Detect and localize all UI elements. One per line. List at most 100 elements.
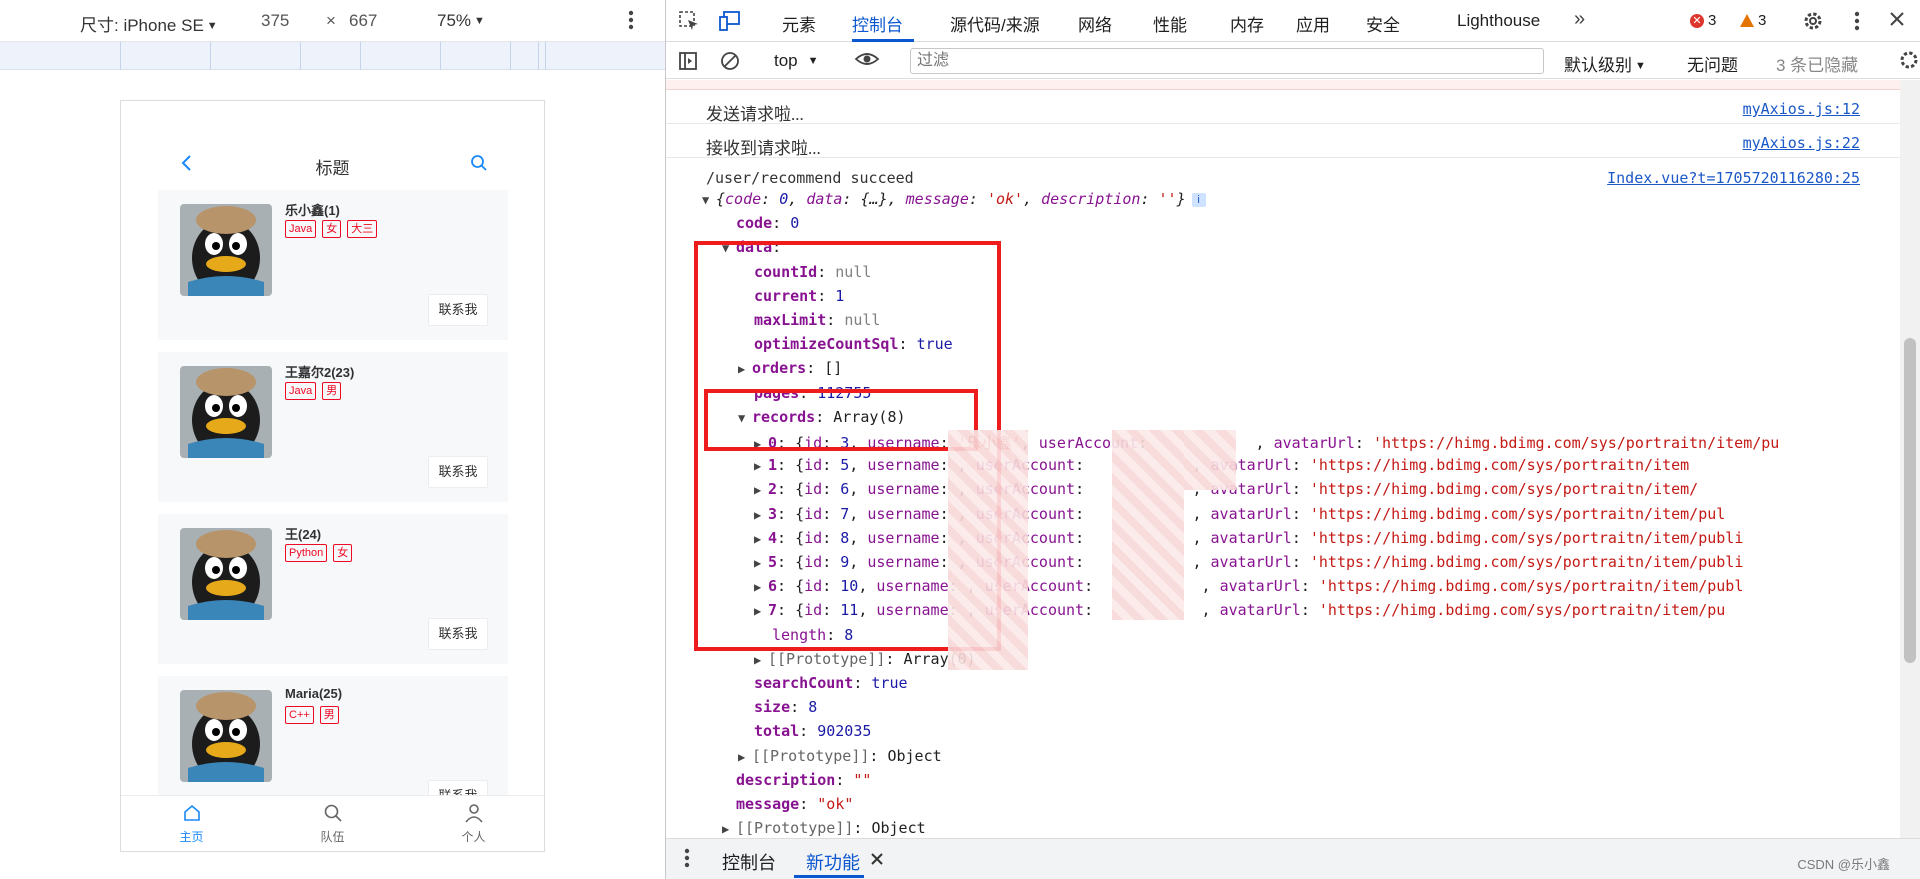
tree-token: description [1041, 190, 1141, 208]
tree-value: 'https://himg.bdimg.com/sys/portraitn/it… [1309, 456, 1690, 474]
warning-count-badge[interactable]: 3 [1740, 12, 1766, 29]
devtools-tab[interactable]: 应用 [1296, 11, 1330, 36]
tree-value: Object [887, 747, 942, 765]
context-select[interactable]: top ▼ [774, 51, 819, 71]
tree-token: code [736, 214, 773, 232]
tree-row: message: "ok" [736, 795, 1900, 819]
tabbar-item[interactable]: 个人 [403, 796, 544, 851]
devtools-tab[interactable]: 安全 [1366, 11, 1400, 36]
avatar [180, 204, 272, 296]
log-level-select[interactable]: 默认级别 ▼ [1564, 51, 1646, 76]
prototype-node[interactable]: ▶ [[Prototype]]: Object [722, 819, 1900, 838]
search-icon[interactable] [470, 154, 488, 177]
source-link[interactable]: myAxios.js:22 [1743, 134, 1860, 152]
more-tabs-icon[interactable]: » [1574, 8, 1585, 31]
user-tag: C++ [285, 706, 314, 724]
tree-row: description: "" [736, 771, 1900, 795]
devtools-tab[interactable]: 控制台 [852, 11, 903, 36]
close-tab-icon[interactable] [870, 850, 884, 871]
console-toolbar: top▼ 默认级别▼ 无问题 3 条已隐藏 [666, 43, 1920, 79]
console-scrollbar[interactable] [1900, 80, 1920, 838]
more-options-icon[interactable] [628, 9, 634, 36]
prototype-node[interactable]: ▶ [[Prototype]]: Array(0) [754, 650, 1900, 674]
drawer-tab-console[interactable]: 控制台 [722, 849, 776, 875]
tree-token: avatarUrl [1219, 601, 1301, 619]
user-card: 乐小鑫(1) Java 女大三 联系我 [158, 190, 508, 340]
mosaic-blur [948, 430, 1028, 670]
highlight-box-records [704, 389, 978, 451]
tag-list: Java 男 [285, 382, 342, 400]
user-name: 王(24) [285, 527, 322, 542]
source-link[interactable]: Index.vue?t=1705720116280:25 [1607, 169, 1860, 187]
info-icon[interactable]: i [1191, 193, 1206, 207]
tree-token: searchCount [754, 674, 854, 692]
drawer-tab-whats-new[interactable]: 新功能 [806, 849, 860, 875]
tree-value: "" [853, 771, 872, 789]
devtools-tab[interactable]: 源代码/来源 [950, 11, 1040, 36]
tree-token: : [799, 795, 818, 813]
tree-token: : [1291, 480, 1310, 498]
device-select[interactable]: 尺寸: iPhone SE ▼ [80, 11, 218, 36]
devtools-tab[interactable]: 内存 [1230, 11, 1264, 36]
prototype-node[interactable]: ▶ [[Prototype]]: Object [738, 747, 1900, 771]
tree-token: message [736, 795, 800, 813]
tree-token: : [1300, 577, 1319, 595]
drawer-menu-icon[interactable] [684, 847, 690, 874]
search-icon [323, 803, 343, 828]
zoom-select[interactable]: 75% ▼ [437, 11, 485, 31]
source-link[interactable]: myAxios.js:12 [1743, 100, 1860, 118]
tree-token: : [761, 190, 780, 208]
devtools-tab[interactable]: Lighthouse [1457, 11, 1540, 31]
tree-token: : [885, 650, 904, 668]
collapsed-triangle-icon[interactable]: ▶ [754, 653, 768, 667]
tree-token: [[Prototype]] [752, 747, 870, 765]
sidebar-toggle-icon[interactable] [678, 51, 698, 76]
contact-button[interactable]: 联系我 [428, 294, 488, 326]
console-filter-input[interactable] [910, 48, 1544, 74]
tree-value: 'ok' [986, 190, 1024, 208]
expanded-triangle-icon[interactable]: ▼ [702, 193, 716, 207]
tree-value: true [871, 674, 908, 692]
tree-token: : [1300, 601, 1319, 619]
device-toolbar-toggle-icon[interactable] [718, 10, 742, 37]
times-sign: × [326, 11, 336, 30]
user-card: 王嘉尔2(23) Java 男联系我 [158, 352, 508, 502]
console-output: 发送请求啦... myAxios.js:12 接收到请求啦... myAxios… [666, 80, 1900, 838]
home-icon [182, 803, 202, 828]
console-settings-icon[interactable] [1898, 49, 1920, 76]
tabbar-item[interactable]: 队伍 [262, 796, 403, 851]
customize-menu-icon[interactable] [1854, 10, 1860, 37]
settings-gear-icon[interactable] [1802, 10, 1824, 37]
clear-console-icon[interactable] [720, 51, 740, 76]
user-name: 乐小鑫(1) [285, 203, 340, 218]
height-input[interactable]: 667 [349, 11, 377, 31]
tree-token: : [869, 747, 888, 765]
width-input[interactable]: 375 [261, 11, 289, 31]
tree-token: [[Prototype]] [736, 819, 854, 837]
error-count-badge[interactable]: ✕ 3 [1690, 12, 1716, 29]
response-object-row[interactable]: ▼ {code: 0, data: {…}, message: 'ok', des… [702, 190, 1900, 214]
tree-value: 'https://himg.bdimg.com/sys/portraitn/it… [1318, 577, 1744, 595]
avatar [180, 690, 272, 782]
tree-token: avatarUrl [1210, 529, 1292, 547]
contact-button[interactable]: 联系我 [428, 618, 488, 650]
tree-row: searchCount: true [754, 674, 1900, 698]
contact-button[interactable]: 联系我 [428, 456, 488, 488]
error-icon: ✕ [1690, 13, 1704, 28]
inspect-element-icon[interactable] [678, 10, 700, 37]
tree-token: , [1023, 190, 1042, 208]
issues-button[interactable]: 无问题 [1687, 51, 1738, 76]
collapsed-triangle-icon[interactable]: ▶ [722, 822, 736, 836]
collapsed-triangle-icon[interactable]: ▶ [738, 750, 752, 764]
devtools-tab[interactable]: 网络 [1078, 11, 1112, 36]
tree-token: : [853, 819, 872, 837]
tabbar-item[interactable]: 主页 [121, 796, 262, 851]
scrollbar-thumb[interactable] [1904, 338, 1916, 663]
devtools-tab[interactable]: 元素 [782, 11, 816, 36]
live-expression-eye-icon[interactable] [854, 49, 880, 74]
console-message: /user/recommend succeed Index.vue?t=1705… [706, 169, 1860, 187]
close-devtools-icon[interactable] [1888, 10, 1906, 33]
tree-row: code: 0 [736, 214, 1900, 238]
devtools-tab[interactable]: 性能 [1153, 11, 1187, 36]
hidden-messages-count: 3 条已隐藏 [1776, 56, 1859, 75]
